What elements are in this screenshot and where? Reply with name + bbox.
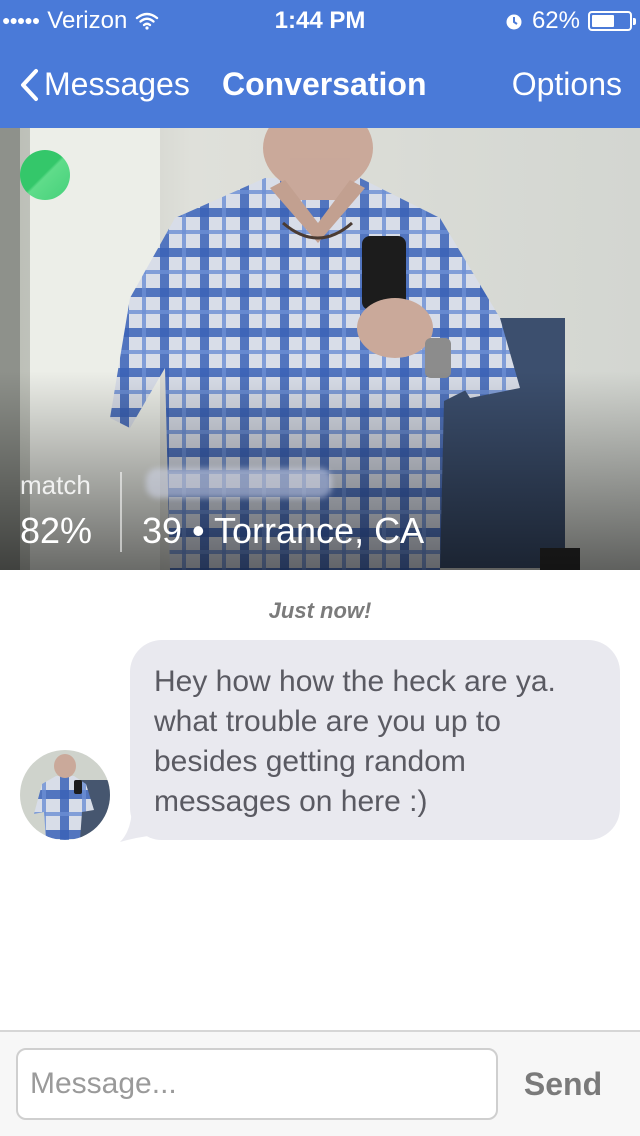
back-label: Messages bbox=[44, 66, 190, 102]
navigation-bar: Messages Conversation Options bbox=[0, 58, 640, 112]
message-line: messages on here :) bbox=[154, 785, 428, 818]
match-percentage: 82% bbox=[20, 510, 93, 551]
avatar[interactable] bbox=[20, 750, 110, 840]
profile-photo[interactable]: match 82% 39 • Torrance, CA bbox=[0, 128, 640, 570]
status-bar: ●●●●● Verizon 1:44 PM 62% bbox=[0, 0, 640, 40]
message-timestamp: Just now! bbox=[268, 598, 372, 623]
page-title: Conversation bbox=[222, 66, 427, 102]
online-status-indicator bbox=[20, 150, 70, 200]
blurred-username bbox=[146, 468, 332, 498]
message-line: Hey how how the heck are ya. bbox=[154, 665, 556, 698]
profile-photo-image bbox=[0, 128, 640, 570]
options-button[interactable]: Options bbox=[512, 66, 622, 103]
profile-info-divider bbox=[120, 472, 122, 552]
send-button[interactable]: Send bbox=[504, 1048, 622, 1120]
message-bubble[interactable]: Hey how how the heck are ya. what troubl… bbox=[130, 640, 620, 840]
match-label: match bbox=[20, 470, 91, 500]
chevron-left-icon bbox=[21, 68, 38, 101]
avatar-image bbox=[20, 750, 110, 840]
alarm-icon bbox=[506, 14, 522, 30]
battery-icon bbox=[588, 11, 636, 31]
battery-percent: 62% bbox=[531, 7, 580, 34]
message-input[interactable] bbox=[16, 1048, 498, 1120]
age-location: 39 • Torrance, CA bbox=[142, 510, 425, 551]
message-line: what trouble are you up to bbox=[154, 705, 501, 738]
back-button[interactable]: Messages bbox=[18, 66, 190, 103]
top-bar: ●●●●● Verizon 1:44 PM 62% Messages Conve… bbox=[0, 0, 640, 128]
message-composer: Send bbox=[0, 1030, 640, 1136]
message-line: besides getting random bbox=[154, 745, 466, 778]
